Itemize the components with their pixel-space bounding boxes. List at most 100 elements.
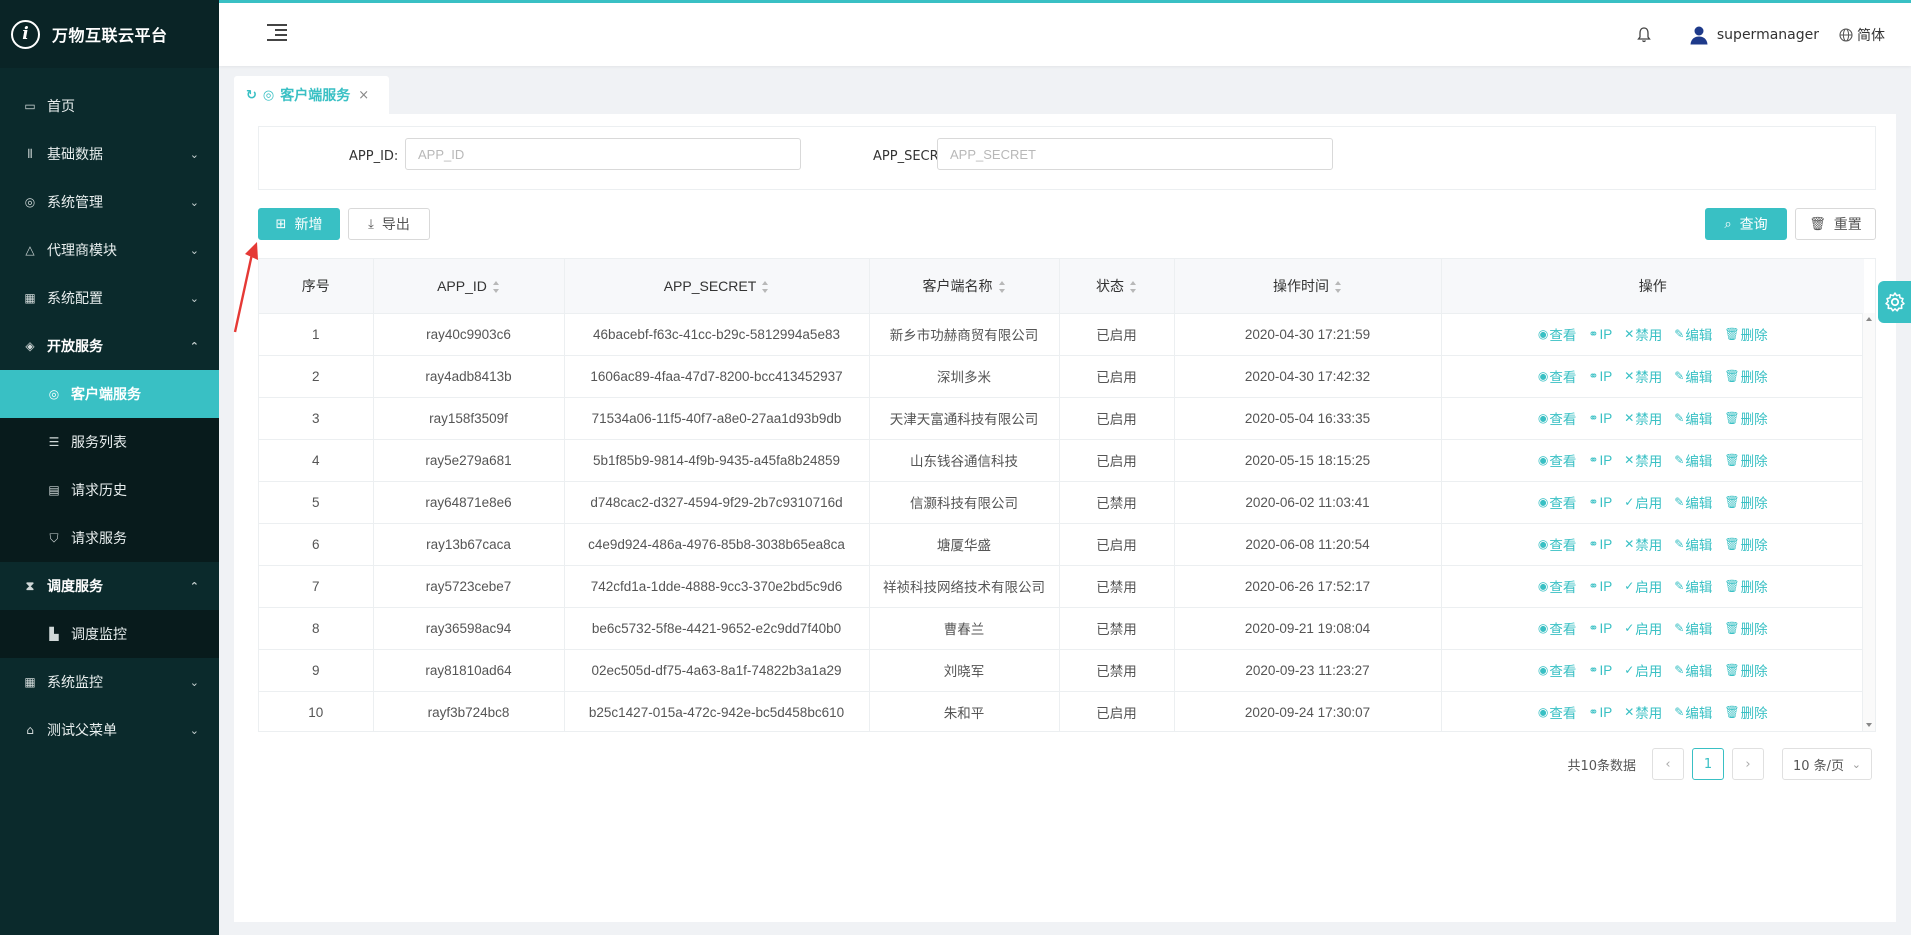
page-size-select[interactable]: 10 条/页 ⌄	[1782, 748, 1872, 780]
edit-button[interactable]: ✎ 编辑	[1674, 324, 1712, 344]
query-button[interactable]: ⌕ 查询	[1705, 208, 1787, 240]
sidebar-item-client-service[interactable]: ◎ 客户端服务	[0, 370, 219, 418]
export-button[interactable]: ⤓ 导出	[348, 208, 430, 240]
sidebar-item-schedule-monitor[interactable]: ▙ 调度监控	[0, 610, 219, 658]
add-button[interactable]: ⊞ 新增	[258, 208, 340, 240]
ip-button[interactable]: ⚭ IP	[1588, 366, 1612, 386]
enable-button[interactable]: ✓ 启用	[1624, 492, 1662, 512]
sort-icon[interactable]	[1335, 281, 1342, 294]
edit-button[interactable]: ✎ 编辑	[1674, 534, 1712, 554]
ip-button[interactable]: ⚭ IP	[1588, 576, 1612, 596]
edit-button[interactable]: ✎ 编辑	[1674, 618, 1712, 638]
sort-icon[interactable]	[998, 281, 1006, 294]
enable-button[interactable]: ✓ 启用	[1624, 576, 1662, 596]
sidebar-item-agent-module[interactable]: △ 代理商模块 ⌄	[0, 226, 219, 274]
ip-button[interactable]: ⚭ IP	[1588, 660, 1612, 680]
sidebar-item-service-list[interactable]: ☰ 服务列表	[0, 418, 219, 466]
sidebar-item-request-service[interactable]: ⛉ 请求服务	[0, 514, 219, 562]
prev-page-button[interactable]: ‹	[1652, 748, 1684, 780]
bell-icon[interactable]	[1637, 27, 1651, 43]
enable-button[interactable]: ✓ 启用	[1624, 660, 1662, 680]
disable-button[interactable]: ✕ 禁用	[1624, 702, 1662, 722]
delete-button[interactable]: 🗑 删除	[1724, 618, 1767, 638]
disable-button[interactable]: ✕ 禁用	[1624, 534, 1662, 554]
sidebar-item-system-management[interactable]: ◎ 系统管理 ⌄	[0, 178, 219, 226]
view-button[interactable]: ◉ 查看	[1538, 702, 1576, 722]
delete-button[interactable]: 🗑 删除	[1724, 576, 1767, 596]
sort-icon[interactable]	[1130, 281, 1137, 294]
trash-icon: 🗑	[1724, 705, 1740, 719]
refresh-icon[interactable]: ↻	[246, 88, 257, 103]
delete-button[interactable]: 🗑 删除	[1724, 534, 1767, 554]
camera-icon: ◎	[24, 195, 36, 209]
reset-button-label: 重置	[1833, 217, 1862, 233]
close-icon[interactable]: ×	[358, 88, 369, 103]
reset-button[interactable]: 🗑 重置	[1795, 208, 1876, 240]
delete-button[interactable]: 🗑 删除	[1724, 366, 1767, 386]
ip-button[interactable]: ⚭ IP	[1588, 534, 1612, 554]
disable-button[interactable]: ✕ 禁用	[1624, 324, 1662, 344]
column-header-status[interactable]: 状态	[1059, 259, 1175, 314]
table-row: 9 ray81810ad64 02ec505d-df75-4a63-8a1f-748…	[259, 649, 1864, 692]
delete-button[interactable]: 🗑 删除	[1724, 408, 1767, 428]
next-page-button[interactable]: ›	[1732, 748, 1764, 780]
sidebar-item-home[interactable]: ▭ 首页	[0, 82, 219, 130]
edit-button[interactable]: ✎ 编辑	[1674, 492, 1712, 512]
sidebar-item-basic-data[interactable]: ⦀ 基础数据 ⌄	[0, 130, 219, 178]
edit-button[interactable]: ✎ 编辑	[1674, 450, 1712, 470]
app-secret-input[interactable]	[937, 138, 1333, 170]
language-switch[interactable]: 简体	[1839, 25, 1885, 45]
view-button[interactable]: ◉ 查看	[1538, 618, 1576, 638]
delete-button[interactable]: 🗑 删除	[1724, 660, 1767, 680]
view-button[interactable]: ◉ 查看	[1538, 324, 1576, 344]
view-button[interactable]: ◉ 查看	[1538, 450, 1576, 470]
sidebar-item-schedule-service[interactable]: ⧗ 调度服务 ⌃	[0, 562, 219, 610]
view-button[interactable]: ◉ 查看	[1538, 408, 1576, 428]
page-number-button[interactable]: 1	[1692, 748, 1724, 780]
edit-button[interactable]: ✎ 编辑	[1674, 702, 1712, 722]
delete-button[interactable]: 🗑 删除	[1724, 492, 1767, 512]
sidebar-item-open-service[interactable]: ◈ 开放服务 ⌃	[0, 322, 219, 370]
delete-button[interactable]: 🗑 删除	[1724, 702, 1767, 722]
column-header-app-secret[interactable]: APP_SECRET	[564, 259, 870, 314]
sidebar-item-request-history[interactable]: ▤ 请求历史	[0, 466, 219, 514]
sidebar-item-system-config[interactable]: ▦ 系统配置 ⌄	[0, 274, 219, 322]
delete-button[interactable]: 🗑 删除	[1724, 450, 1767, 470]
edit-button[interactable]: ✎ 编辑	[1674, 408, 1712, 428]
delete-button[interactable]: 🗑 删除	[1724, 324, 1767, 344]
ip-button[interactable]: ⚭ IP	[1588, 450, 1612, 470]
column-header-operate-time[interactable]: 操作时间	[1174, 259, 1442, 314]
app-id-input[interactable]	[405, 138, 801, 170]
user-menu[interactable]: supermanager	[1689, 25, 1819, 45]
eye-icon: ◉	[1537, 705, 1549, 719]
table-scrollbar[interactable]	[1862, 313, 1875, 731]
view-button[interactable]: ◉ 查看	[1538, 576, 1576, 596]
sidebar-item-system-monitor[interactable]: ▦ 系统监控 ⌄	[0, 658, 219, 706]
edit-button[interactable]: ✎ 编辑	[1674, 576, 1712, 596]
ip-button[interactable]: ⚭ IP	[1588, 702, 1612, 722]
view-button[interactable]: ◉ 查看	[1538, 660, 1576, 680]
cell-status: 已禁用	[1059, 481, 1175, 524]
view-button[interactable]: ◉ 查看	[1538, 534, 1576, 554]
sort-icon[interactable]	[762, 281, 769, 294]
ip-button[interactable]: ⚭ IP	[1588, 618, 1612, 638]
disable-button[interactable]: ✕ 禁用	[1624, 366, 1662, 386]
disable-button[interactable]: ✕ 禁用	[1624, 408, 1662, 428]
edit-button[interactable]: ✎ 编辑	[1674, 366, 1712, 386]
disable-button[interactable]: ✕ 禁用	[1624, 450, 1662, 470]
sort-icon[interactable]	[492, 281, 500, 294]
column-header-client-name[interactable]: 客户端名称	[869, 259, 1060, 314]
menu-fold-icon[interactable]	[267, 24, 287, 41]
view-button[interactable]: ◉ 查看	[1538, 366, 1576, 386]
column-header-app-id[interactable]: APP_ID	[373, 259, 565, 314]
cell-actions: ◉ 查看 ⚭ IP ✕ 禁用 ✎ 编辑 🗑 删除	[1441, 523, 1864, 566]
ip-button[interactable]: ⚭ IP	[1588, 492, 1612, 512]
ip-button[interactable]: ⚭ IP	[1588, 324, 1612, 344]
ip-button[interactable]: ⚭ IP	[1588, 408, 1612, 428]
enable-button[interactable]: ✓ 启用	[1624, 618, 1662, 638]
sidebar-item-test-parent-menu[interactable]: ⌂ 测试父菜单 ⌄	[0, 706, 219, 754]
settings-drawer-button[interactable]	[1878, 281, 1911, 323]
tab-client-service[interactable]: ↻ ◎ 客户端服务 ×	[234, 76, 389, 114]
view-button[interactable]: ◉ 查看	[1538, 492, 1576, 512]
edit-button[interactable]: ✎ 编辑	[1674, 660, 1712, 680]
